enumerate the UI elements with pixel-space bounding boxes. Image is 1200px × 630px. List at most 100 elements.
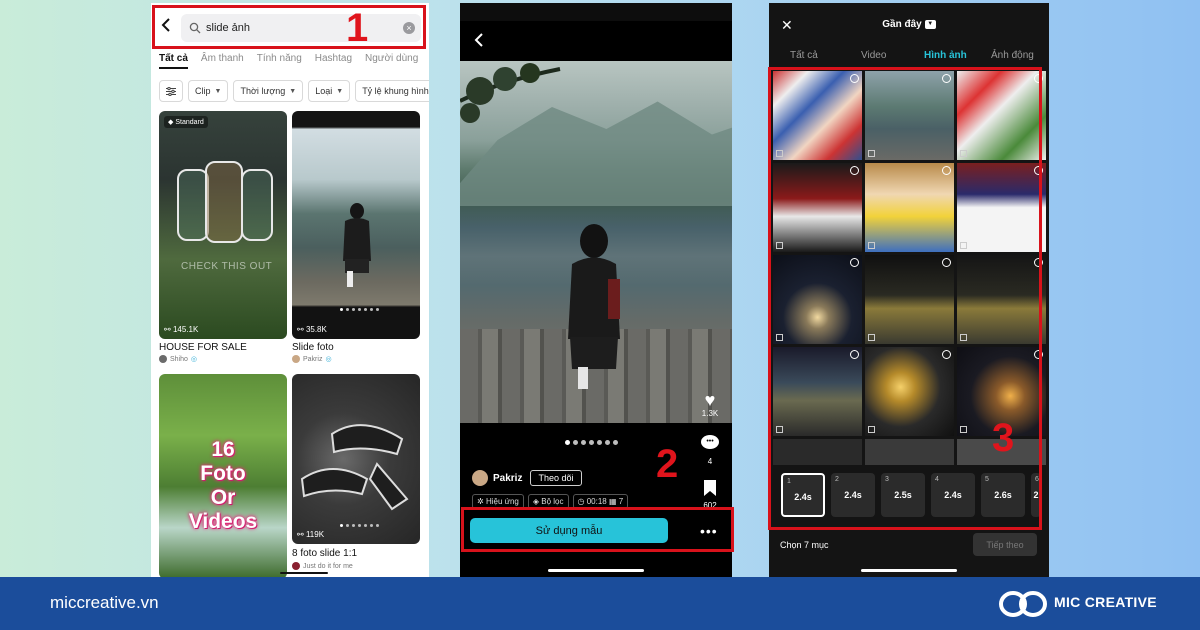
sparkle-icon: ✲ <box>477 497 484 506</box>
active-tab-indicator <box>159 67 188 69</box>
filter-settings-button[interactable] <box>159 80 183 102</box>
author-name[interactable]: Pakriz <box>493 473 522 484</box>
comment-button[interactable]: ••• 4 <box>698 435 722 466</box>
like-count: 1.3K <box>701 409 719 418</box>
person-silhouette <box>343 203 371 287</box>
tab-gifs[interactable]: Ảnh động <box>991 50 1034 61</box>
avatar <box>159 355 167 363</box>
template-card-house-for-sale[interactable]: ◆ Standard CHECK THIS OUT ⚯ 145.1K <box>159 111 287 339</box>
filter-clip[interactable]: Clip ▼ <box>188 80 229 102</box>
tab-images[interactable]: Hình ảnh <box>924 50 967 61</box>
overlay-line: Or <box>210 486 236 509</box>
home-indicator <box>861 569 957 572</box>
filter-duration[interactable]: Thời lượng ▼ <box>233 80 304 102</box>
tab-all[interactable]: Tất cả <box>159 53 188 64</box>
overlay-line: Foto <box>200 462 246 485</box>
tab-audio[interactable]: Âm thanh <box>201 53 244 64</box>
album-selector[interactable]: Gần đây ▼ <box>769 19 1049 30</box>
person-silhouette <box>568 224 620 389</box>
avatar[interactable] <box>472 470 488 486</box>
comment-icon: ••• <box>701 435 719 449</box>
back-arrow-icon[interactable] <box>474 33 484 47</box>
phone-frame-graphic <box>241 169 273 241</box>
phone-frame-graphic <box>205 161 243 243</box>
avatar <box>292 562 300 570</box>
tab-video[interactable]: Video <box>861 50 886 61</box>
clips-value: 7 <box>618 497 624 506</box>
comment-count: 4 <box>707 457 713 466</box>
effects-label: Hiệu ứng <box>485 497 519 506</box>
album-title: Gần đây <box>882 19 922 30</box>
filter-type[interactable]: Loại ▼ <box>308 80 351 102</box>
filter-type-label: Loại <box>315 86 333 96</box>
filter-bar: Clip ▼ Thời lượng ▼ Loại ▼ Tỷ lệ khung hình… <box>159 80 429 102</box>
usage-count: ⚯ 119K <box>297 530 325 539</box>
chevron-down-icon: ▼ <box>214 87 222 95</box>
card-author[interactable]: Just do it for me <box>292 562 353 570</box>
heart-icon: ♥ <box>704 390 716 410</box>
card-title[interactable]: Slide foto <box>292 342 334 353</box>
step-number-2: 2 <box>656 442 679 486</box>
home-indicator <box>280 572 328 574</box>
filter-aspect-label: Tỷ lệ khung hình <box>362 86 429 96</box>
like-button[interactable]: ♥ 1.3K <box>698 391 722 418</box>
step-number-1: 1 <box>346 6 369 50</box>
avatar <box>292 355 300 363</box>
filter-icon: ◈ <box>532 497 540 506</box>
clock-icon: ◷ <box>577 497 585 506</box>
verified-icon: ◎ <box>190 356 198 363</box>
status-bar <box>460 3 732 21</box>
usage-count-value: 35.8K <box>305 325 327 334</box>
card-title[interactable]: HOUSE FOR SALE <box>159 342 247 353</box>
highlight-use-template <box>461 507 734 552</box>
search-tabs: Tất cả Âm thanh Tính năng Hashtag Người … <box>159 53 429 64</box>
author-name: Just do it for me <box>303 562 353 570</box>
template-card-slide-foto[interactable]: ⚯ 35.8K <box>292 111 420 339</box>
follow-button[interactable]: Theo dõi <box>530 470 582 486</box>
usage-count: ⚯ 35.8K <box>297 325 327 334</box>
clips-icon: ▦ <box>608 497 617 506</box>
filter-duration-label: Thời lượng <box>240 86 286 96</box>
card-overlay-text: CHECK THIS OUT <box>181 261 273 272</box>
filter-clip-label: Clip <box>195 86 211 96</box>
sneakers-graphic <box>300 424 409 511</box>
template-card-8-foto[interactable]: ⚯ 119K <box>292 374 420 544</box>
template-author: Pakriz Theo dõi <box>472 470 582 486</box>
slide-indicator <box>340 308 379 311</box>
author-name: Shiho <box>170 355 188 363</box>
tab-hashtag[interactable]: Hashtag <box>315 53 352 64</box>
tab-all[interactable]: Tất cả <box>790 50 818 61</box>
usage-count: ⚯ 145.1K <box>164 325 199 334</box>
filters-label: Bộ lọc <box>541 497 564 506</box>
slide-indicator <box>565 440 618 445</box>
card-author[interactable]: Pakriz ◎ <box>292 355 332 363</box>
chevron-down-icon: ▼ <box>336 87 344 95</box>
author-name: Pakriz <box>303 355 323 363</box>
standard-badge: ◆ Standard <box>164 116 208 128</box>
home-indicator <box>548 569 644 572</box>
template-preview-screen: ♥ 1.3K ••• 4 602 Pakriz Theo dõi ✲ Hiệu … <box>460 3 732 577</box>
next-button[interactable]: Tiếp theo <box>973 533 1037 556</box>
filter-aspect-ratio[interactable]: Tỷ lệ khung hình▼ <box>355 80 429 102</box>
usage-count-value: 119K <box>305 530 325 539</box>
tab-users[interactable]: Người dùng <box>365 53 418 64</box>
template-preview-image[interactable] <box>460 61 732 423</box>
card-author[interactable]: Shiho ◎ <box>159 355 197 363</box>
footer-bar: miccreative.vn MIC CREATIVE <box>0 577 1200 630</box>
sliders-icon <box>166 86 176 96</box>
save-button[interactable]: 602 <box>698 479 722 510</box>
card-title[interactable]: 8 foto slide 1:1 <box>292 548 357 559</box>
slide-indicator <box>340 524 379 527</box>
highlight-media-grid <box>768 67 1042 530</box>
usage-count-value: 145.1K <box>172 325 199 334</box>
template-card-16-foto[interactable]: 16 Foto Or Videos <box>159 374 287 577</box>
duration-value: 00:18 <box>586 497 607 506</box>
step-number-3: 3 <box>992 416 1015 460</box>
search-results-screen: slide ảnh × Tất cả Âm thanh Tính năng Ha… <box>151 3 429 577</box>
brand-name: MIC CREATIVE <box>1054 594 1157 610</box>
verified-icon: ◎ <box>325 356 332 363</box>
highlight-search-box <box>152 5 426 49</box>
tab-features[interactable]: Tính năng <box>257 53 302 64</box>
website-url[interactable]: miccreative.vn <box>50 593 159 613</box>
chevron-down-icon: ▼ <box>924 19 936 29</box>
